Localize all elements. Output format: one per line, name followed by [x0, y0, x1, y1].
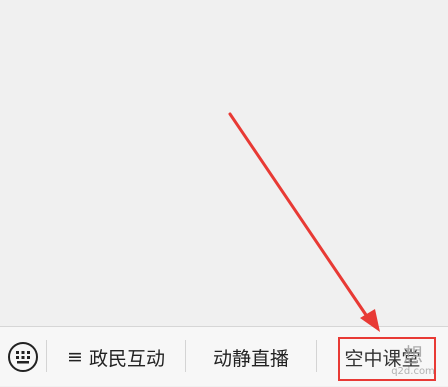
- menu-item-label: 政民互动: [88, 347, 165, 370]
- menu-item-label: 动静直播: [212, 347, 289, 370]
- keyboard-toggle-button[interactable]: [0, 327, 46, 387]
- content-area: [0, 0, 448, 326]
- menu-item-label: 空中课堂: [344, 347, 421, 370]
- menu-list-icon: ≡: [67, 346, 83, 368]
- keyboard-icon: [8, 342, 38, 372]
- bottom-menu-bar: ≡ 政民互动 动静直播 空中课堂: [0, 326, 448, 386]
- menu-item-live-broadcast[interactable]: 动静直播: [186, 327, 316, 387]
- menu-item-government-interaction[interactable]: ≡ 政民互动: [47, 327, 185, 387]
- menu-item-air-classroom[interactable]: 空中课堂: [317, 327, 448, 387]
